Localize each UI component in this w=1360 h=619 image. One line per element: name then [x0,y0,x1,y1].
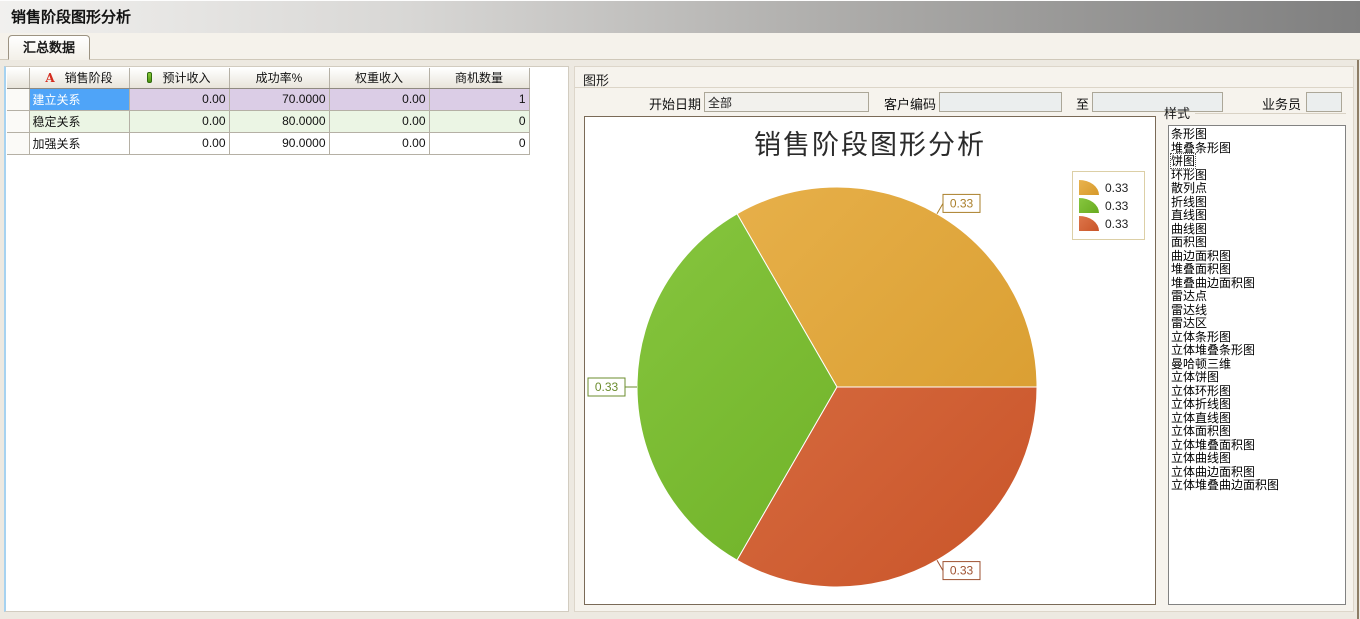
to-label: 至 [1067,94,1089,113]
value-cell: 90.0000 [229,132,329,154]
legend-swatch [1079,216,1099,231]
legend-swatch [1079,198,1099,213]
page-title: 销售阶段图形分析 [11,9,131,26]
style-list-item[interactable]: 立体堆叠曲边面积图 [1171,479,1345,493]
legend-item: 0.33 [1079,216,1138,231]
text-field-icon: A [45,71,54,85]
tab-summary-data[interactable]: 汇总数据 [8,35,90,60]
style-list-item[interactable]: 立体面积图 [1171,425,1345,439]
style-list-item[interactable]: 立体环形图 [1171,385,1345,399]
legend: 0.33 0.33 0.33 [1072,171,1145,240]
style-list-item[interactable]: 散列点 [1171,182,1345,196]
row-indicator[interactable] [7,132,29,154]
legend-item: 0.33 [1079,198,1138,213]
callout-leader-line [937,203,943,213]
chart-title: 销售阶段图形分析 [585,123,1155,162]
customer-code-label: 客户编码 [876,94,936,113]
callout-label-value: 0.33 [950,196,974,210]
style-list-item[interactable]: 折线图 [1171,196,1345,210]
row-indicator[interactable] [7,88,29,110]
value-cell: 0.00 [129,132,229,154]
style-list-item[interactable]: 曲边面积图 [1171,250,1345,264]
value-cell: 0.00 [329,132,429,154]
style-list-item[interactable]: 雷达点 [1171,290,1345,304]
column-header-weighted-income[interactable]: 权重收入 [329,68,429,88]
summary-grid-panel: A销售阶段 预计收入 成功率% 权重收入 商机数量 建立关系0.0070.000… [4,66,569,612]
window-right-edge [1357,60,1359,619]
style-list-item[interactable]: 环形图 [1171,169,1345,183]
style-list-item[interactable]: 曲线图 [1171,223,1345,237]
title-bar: 销售阶段图形分析 [0,0,1360,33]
style-list-item[interactable]: 堆叠条形图 [1171,142,1345,156]
grid-header-row: A销售阶段 预计收入 成功率% 权重收入 商机数量 [7,68,529,88]
style-list-item[interactable]: 立体曲边面积图 [1171,466,1345,480]
row-indicator[interactable] [7,110,29,132]
tab-bar: 汇总数据 [0,33,1360,60]
style-list-item[interactable]: 立体直线图 [1171,412,1345,426]
style-list-item[interactable]: 饼图 [1171,155,1345,169]
style-list-item[interactable]: 堆叠曲边面积图 [1171,277,1345,291]
legend-value: 0.33 [1105,199,1128,213]
grid-body: 建立关系0.0070.00000.001稳定关系0.0080.00000.000… [7,88,529,154]
value-cell: 70.0000 [229,88,329,110]
style-list-item[interactable]: 立体堆叠面积图 [1171,439,1345,453]
style-panel-caption: 样式 [1164,103,1346,122]
start-date-label: 开始日期 [619,94,701,113]
table-row[interactable]: 稳定关系0.0080.00000.000 [7,110,529,132]
style-list-item[interactable]: 堆叠面积图 [1171,263,1345,277]
style-list-item[interactable]: 面积图 [1171,236,1345,250]
value-cell: 1 [429,88,529,110]
content-area: A销售阶段 预计收入 成功率% 权重收入 商机数量 建立关系0.0070.000… [0,60,1360,619]
legend-item: 0.33 [1079,180,1138,195]
style-list-item[interactable]: 雷达区 [1171,317,1345,331]
style-list-item[interactable]: 雷达线 [1171,304,1345,318]
column-header-expected-income[interactable]: 预计收入 [129,68,229,88]
graph-panel-caption: 图形 [575,67,1353,88]
style-list-item[interactable]: 曼哈顿三维 [1171,358,1345,372]
callout-leader-line [937,560,943,570]
graph-panel: 图形 开始日期 客户编码 至 业务员 0.330.330.33 销售阶段图形分析… [574,66,1354,612]
pie-chart-svg: 0.33 0.33 0.33 [585,117,1155,604]
legend-value: 0.33 [1105,181,1128,195]
legend-swatch [1079,180,1099,195]
table-row[interactable]: 建立关系0.0070.00000.001 [7,88,529,110]
numeric-field-icon [147,72,152,83]
column-header-stage[interactable]: A销售阶段 [29,68,129,88]
stage-cell[interactable]: 建立关系 [29,88,129,110]
table-row[interactable]: 加强关系0.0090.00000.000 [7,132,529,154]
column-header-success-rate[interactable]: 成功率% [229,68,329,88]
value-cell: 0.00 [329,110,429,132]
style-listbox[interactable]: 条形图堆叠条形图饼图环形图散列点折线图直线图曲线图面积图曲边面积图堆叠面积图堆叠… [1168,125,1346,605]
value-cell: 0.00 [129,88,229,110]
data-grid: A销售阶段 预计收入 成功率% 权重收入 商机数量 建立关系0.0070.000… [7,68,530,155]
stage-cell[interactable]: 稳定关系 [29,110,129,132]
style-list-item[interactable]: 立体折线图 [1171,398,1345,412]
tab-label: 汇总数据 [23,40,75,55]
customer-code-input[interactable] [939,92,1062,112]
legend-value: 0.33 [1105,217,1128,231]
column-header-opportunity-count[interactable]: 商机数量 [429,68,529,88]
value-cell: 0 [429,110,529,132]
app-window: 销售阶段图形分析 汇总数据 A销售阶段 预计收 [0,0,1360,619]
style-list-item[interactable]: 立体饼图 [1171,371,1345,385]
value-cell: 0.00 [129,110,229,132]
value-cell: 80.0000 [229,110,329,132]
callout-label-value: 0.33 [595,380,619,394]
callout-label-value: 0.33 [950,564,974,578]
style-list-item[interactable]: 立体条形图 [1171,331,1345,345]
value-cell: 0.00 [329,88,429,110]
style-list-item[interactable]: 立体堆叠条形图 [1171,344,1345,358]
stage-cell[interactable]: 加强关系 [29,132,129,154]
style-list-item[interactable]: 直线图 [1171,209,1345,223]
row-indicator-header[interactable] [7,68,29,88]
style-list-item[interactable]: 条形图 [1171,128,1345,142]
value-cell: 0 [429,132,529,154]
groupbox-line [1195,113,1346,114]
start-date-input[interactable] [704,92,869,112]
style-list-item[interactable]: 立体曲线图 [1171,452,1345,466]
chart-panel: 0.33 0.33 0.33 销售阶段图形分析 0.33 0.33 0.33 [584,116,1156,605]
